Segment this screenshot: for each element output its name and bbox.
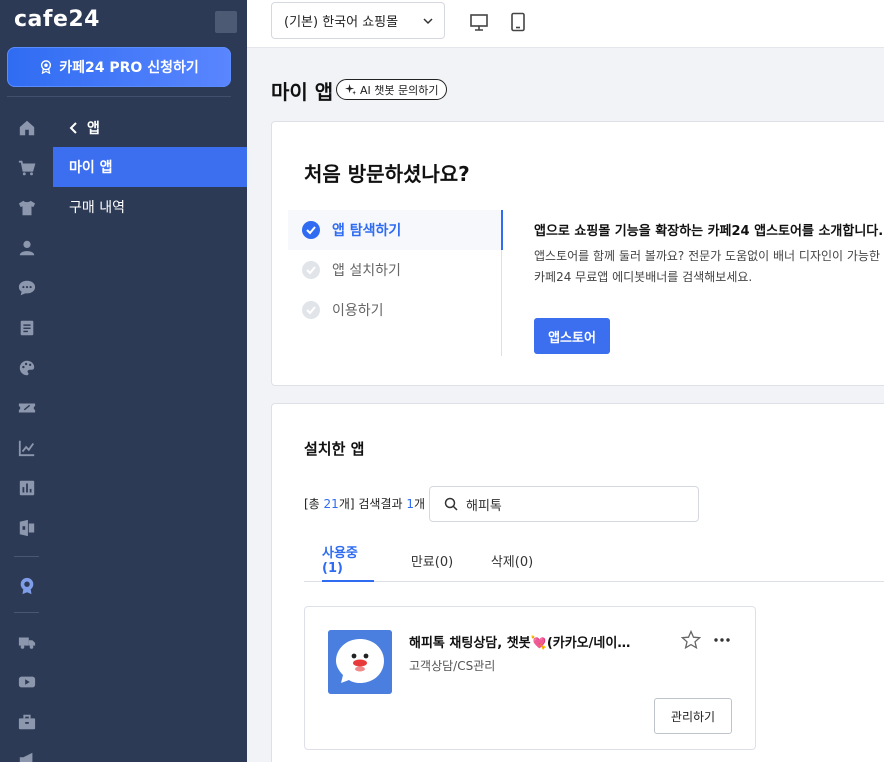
submenu-item-purchase-history[interactable]: 구매 내역 <box>53 187 247 227</box>
chat-icon[interactable] <box>17 278 37 298</box>
happytalk-logo <box>328 630 392 694</box>
search-result-count: 1 <box>406 497 414 511</box>
step-use[interactable]: 이용하기 <box>288 290 502 330</box>
manage-app-button[interactable]: 관리하기 <box>654 698 732 734</box>
desktop-view-icon[interactable] <box>469 12 489 32</box>
welcome-title: 처음 방문하셨나요? <box>304 162 470 186</box>
cart-icon[interactable] <box>17 158 37 178</box>
coupon-icon[interactable] <box>17 398 37 418</box>
app-category: 고객상담/CS관리 <box>409 659 496 673</box>
chart-bar-icon[interactable] <box>17 478 37 498</box>
ai-chatbot-button[interactable]: AI 챗봇 문의하기 <box>336 79 448 100</box>
pro-apply-button[interactable]: 카페24 PRO 신청하기 <box>7 47 231 87</box>
cafe24-logo[interactable]: cafe24 <box>14 7 100 32</box>
sparkle-icon <box>345 84 356 95</box>
tab-deleted[interactable]: 삭제(0) <box>490 538 534 582</box>
ai-chatbot-label: AI 챗봇 문의하기 <box>360 83 439 97</box>
app-status-tabs: 사용중(1) 만료(0) 삭제(0) <box>304 538 884 582</box>
chevron-down-icon <box>423 18 433 25</box>
top-bar: (기본) 한국어 쇼핑몰 <box>247 0 884 48</box>
chart-line-icon[interactable] <box>17 438 37 458</box>
palette-icon[interactable] <box>17 358 37 378</box>
app-name[interactable]: 해피톡 채팅상담, 챗봇💘(카카오/네이버톡톡) <box>409 632 639 651</box>
count-prefix: [총 <box>304 497 324 511</box>
shirt-icon[interactable] <box>17 198 37 218</box>
check-circle-icon <box>302 261 320 279</box>
back-to-apps-link[interactable]: 앱 <box>69 118 100 138</box>
megaphone-icon[interactable] <box>17 750 37 762</box>
total-count: 21 <box>323 497 339 511</box>
divider <box>14 556 39 557</box>
mobile-view-icon[interactable] <box>508 12 528 32</box>
step-install-apps[interactable]: 앱 설치하기 <box>288 250 502 290</box>
installed-apps-title: 설치한 앱 <box>304 440 365 458</box>
submenu-item-my-apps[interactable]: 마이 앱 <box>53 147 247 187</box>
briefcase-icon[interactable] <box>17 712 37 732</box>
back-label: 앱 <box>87 121 100 137</box>
app-search-input[interactable]: 해피톡 <box>429 486 699 522</box>
count-suffix: 개 <box>413 497 426 511</box>
appstore-button[interactable]: 앱스토어 <box>534 318 610 354</box>
tab-in-use[interactable]: 사용중(1) <box>322 538 374 582</box>
check-circle-icon <box>302 301 320 319</box>
shop-selector-value: (기본) 한국어 쇼핑몰 <box>284 15 399 30</box>
more-options-icon[interactable] <box>713 631 733 649</box>
onboarding-steps: 앱 탐색하기 앱 설치하기 이용하기 <box>288 210 503 356</box>
sub-navigation: 앱 마이 앱 구매 내역 <box>53 108 247 762</box>
video-icon[interactable] <box>17 672 37 692</box>
document-icon[interactable] <box>17 318 37 338</box>
truck-icon[interactable] <box>17 632 37 652</box>
badge-icon[interactable] <box>17 576 37 596</box>
search-value: 해피톡 <box>466 498 502 514</box>
app-icon[interactable] <box>17 518 37 538</box>
step-label: 앱 설치하기 <box>332 263 401 279</box>
result-count: [총 21개] 검색결과 1개 <box>304 495 425 512</box>
divider <box>7 96 231 97</box>
sidebar-toggle-button[interactable] <box>215 11 237 33</box>
home-icon[interactable] <box>17 118 37 138</box>
page-title: 마이 앱 <box>271 80 334 104</box>
star-favorite-icon[interactable] <box>681 630 701 650</box>
chevron-left-icon <box>69 122 77 134</box>
welcome-card: 처음 방문하셨나요? 앱 탐색하기 앱 설치하기 이용하기 앱으로 쇼핑몰 기능… <box>271 121 884 386</box>
step-label: 이용하기 <box>332 303 384 319</box>
divider <box>14 612 39 613</box>
medal-icon <box>41 60 52 74</box>
search-icon <box>444 497 458 511</box>
step-label: 앱 탐색하기 <box>332 223 402 239</box>
count-mid: 개] 검색결과 <box>338 497 407 511</box>
user-icon[interactable] <box>17 238 37 258</box>
tab-expired[interactable]: 만료(0) <box>410 538 454 582</box>
pro-apply-label: 카페24 PRO 신청하기 <box>59 60 199 76</box>
welcome-description: 앱스토어를 함께 둘러 볼까요? 전문가 도움없이 배너 디자인이 가능한 카페… <box>534 249 881 284</box>
welcome-heading: 앱으로 쇼핑몰 기능을 확장하는 카페24 앱스토어를 소개합니다. <box>534 224 884 239</box>
check-circle-icon <box>302 221 320 239</box>
installed-apps-card: 설치한 앱 [총 21개] 검색결과 1개 해피톡 사용중(1) 만료(0) 삭… <box>271 403 884 762</box>
app-card: 해피톡 채팅상담, 챗봇💘(카카오/네이버톡톡) 고객상담/CS관리 관리하기 <box>304 606 756 750</box>
shop-selector-dropdown[interactable]: (기본) 한국어 쇼핑몰 <box>271 2 445 39</box>
step-explore-apps[interactable]: 앱 탐색하기 <box>288 210 503 250</box>
